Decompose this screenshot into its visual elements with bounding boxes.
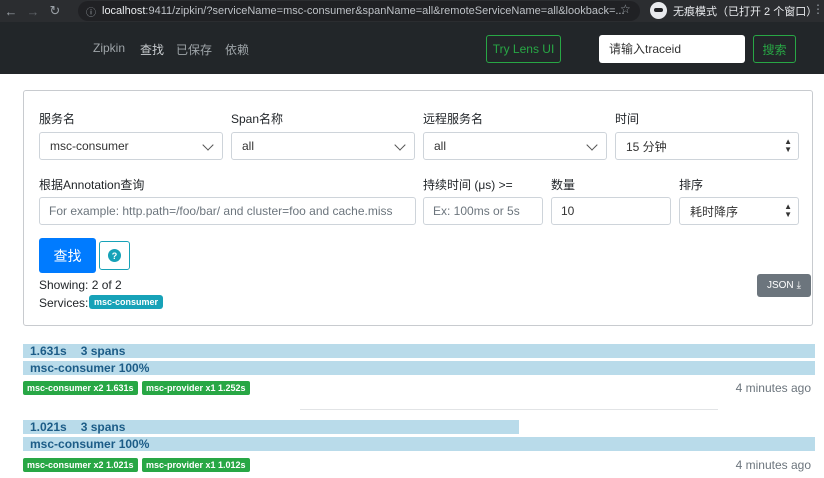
chevron-down-icon [394, 139, 406, 151]
trace-service-bar[interactable]: msc-consumer 100% [23, 437, 815, 451]
sort-select[interactable]: 耗时降序 ▲ ▼ [679, 197, 799, 225]
service-select[interactable]: msc-consumer [39, 132, 223, 160]
nav-find[interactable]: 查找 [140, 41, 164, 58]
incognito-label: 无痕模式（已打开 2 个窗口） [673, 5, 818, 18]
reload-icon[interactable]: ↻ [44, 0, 66, 22]
duration-label: 持续时间 (μs) >= [423, 178, 513, 192]
help-button[interactable]: ? [99, 241, 130, 270]
service-tag[interactable]: msc-provider x1 1.252s [142, 381, 250, 395]
service-tag[interactable]: msc-provider x1 1.012s [142, 458, 250, 472]
remote-service-select[interactable]: all [423, 132, 607, 160]
remote-service-value: all [434, 139, 447, 153]
span-value: all [242, 139, 255, 153]
incognito-icon [650, 2, 667, 19]
trace-time-ago: 4 minutes ago [735, 381, 811, 395]
trace-duration-bar[interactable]: 1.021s 3 spans [23, 420, 519, 434]
trace-span-count: 3 spans [80, 420, 126, 434]
nav-dependencies[interactable]: 依赖 [225, 41, 249, 58]
time-label: 时间 [615, 112, 640, 126]
address-bar[interactable]: ⓘ localhost:9411/zipkin/?serviceName=msc… [78, 1, 640, 21]
url-path: :9411/zipkin/?serviceName=msc-consumer&s… [145, 5, 625, 17]
service-label: 服务名 [39, 112, 76, 126]
trace-duration-bar[interactable]: 1.631s 3 spans [23, 344, 815, 358]
duration-input[interactable]: Ex: 100ms or 5s [423, 197, 543, 225]
service-badge[interactable]: msc-consumer [89, 295, 164, 309]
sort-label: 排序 [679, 178, 704, 192]
limit-label: 数量 [551, 178, 576, 192]
showing-count: Showing: 2 of 2 [39, 278, 122, 292]
chevron-down-icon [202, 139, 214, 151]
annotation-input[interactable]: For example: http.path=/foo/bar/ and clu… [39, 197, 416, 225]
remote-service-label: 远程服务名 [423, 112, 484, 126]
trace-service-bar[interactable]: msc-consumer 100% [23, 361, 815, 375]
search-panel: 服务名 msc-consumer Span名称 all 远程服务名 all 时间… [23, 90, 813, 326]
nav-saved[interactable]: 已保存 [176, 41, 212, 58]
traceid-search-button[interactable]: 搜索 [753, 35, 796, 63]
app-header: Zipkin 查找 已保存 依赖 Try Lens UI 搜索 [0, 22, 824, 74]
json-label: JSON [766, 280, 794, 291]
more-menu-icon[interactable]: ⋮ [812, 2, 824, 16]
updown-arrows-icon: ▲ ▼ [784, 137, 792, 154]
brand-link[interactable]: Zipkin [93, 41, 125, 55]
span-label: Span名称 [231, 112, 284, 126]
annotation-label: 根据Annotation查询 [39, 178, 145, 192]
chevron-down-icon [586, 139, 598, 151]
bookmark-star-icon[interactable]: ☆ [620, 2, 631, 16]
service-value: msc-consumer [50, 139, 129, 153]
traceid-input[interactable] [599, 35, 745, 63]
url-host: localhost [102, 5, 146, 17]
updown-arrows-icon: ▲ ▼ [784, 202, 792, 219]
find-traces-button[interactable]: 查找 [39, 238, 96, 273]
download-icon: ⤓ [796, 280, 802, 291]
time-select[interactable]: 15 分钟 ▲ ▼ [615, 132, 799, 160]
info-icon[interactable]: ⓘ [86, 4, 96, 19]
service-tag[interactable]: msc-consumer x2 1.021s [23, 458, 138, 472]
trace-divider [300, 409, 718, 410]
trace-duration: 1.021s [30, 420, 67, 434]
time-value: 15 分钟 [626, 139, 667, 154]
service-tag[interactable]: msc-consumer x2 1.631s [23, 381, 138, 395]
back-icon[interactable]: ← [0, 0, 22, 22]
json-download-button[interactable]: JSON ⤓ [757, 274, 811, 297]
sort-value: 耗时降序 [690, 204, 739, 219]
limit-input[interactable]: 10 [551, 197, 671, 225]
try-lens-ui-button[interactable]: Try Lens UI [486, 35, 561, 63]
services-label: Services: [39, 296, 89, 310]
span-select[interactable]: all [231, 132, 415, 160]
trace-duration: 1.631s [30, 344, 67, 358]
forward-icon[interactable]: → [22, 0, 44, 22]
incognito-indicator[interactable]: 无痕模式（已打开 2 个窗口） [650, 2, 817, 19]
trace-span-count: 3 spans [80, 344, 126, 358]
trace-time-ago: 4 minutes ago [735, 458, 811, 472]
question-icon: ? [108, 249, 121, 262]
